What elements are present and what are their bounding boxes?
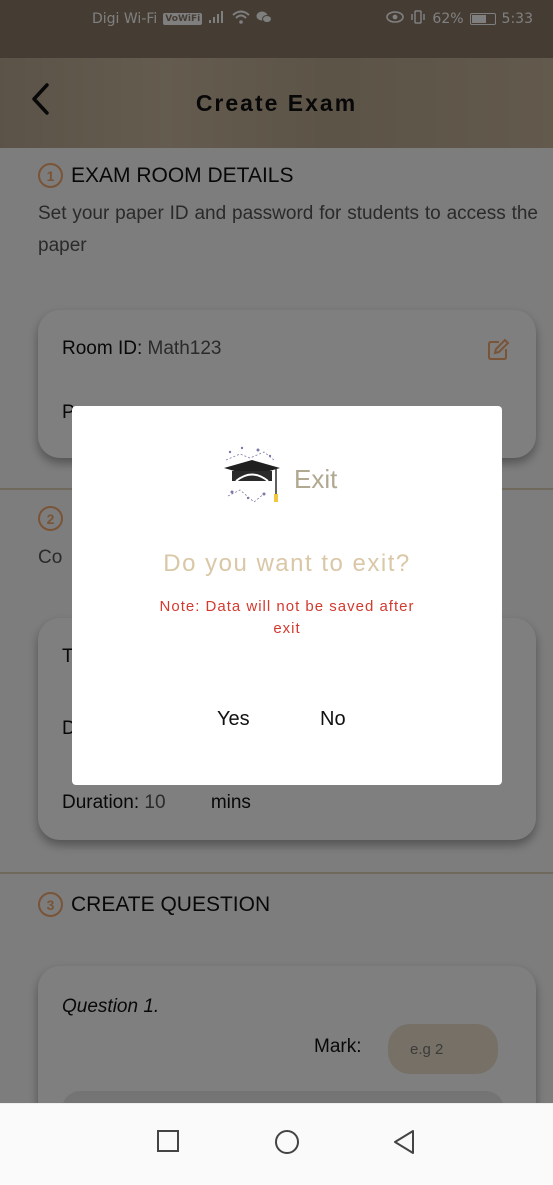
system-nav-bar: [0, 1103, 553, 1185]
circle-icon: [275, 1130, 299, 1154]
system-back-button[interactable]: [392, 1129, 416, 1160]
home-button[interactable]: [274, 1129, 300, 1160]
graduation-cap-icon: [220, 446, 284, 513]
dialog-header: Exit: [220, 446, 337, 513]
yes-button[interactable]: Yes: [217, 708, 250, 731]
triangle-back-icon: [394, 1130, 414, 1154]
exit-dialog: Exit Do you want to exit? Note: Data wil…: [72, 406, 502, 785]
dialog-question: Do you want to exit?: [163, 550, 411, 577]
square-icon: [157, 1130, 179, 1152]
dialog-note: Note: Data will not be saved after exit: [159, 598, 415, 637]
recents-button[interactable]: [156, 1129, 180, 1158]
dialog-title: Exit: [294, 464, 338, 494]
no-button[interactable]: No: [320, 708, 346, 731]
